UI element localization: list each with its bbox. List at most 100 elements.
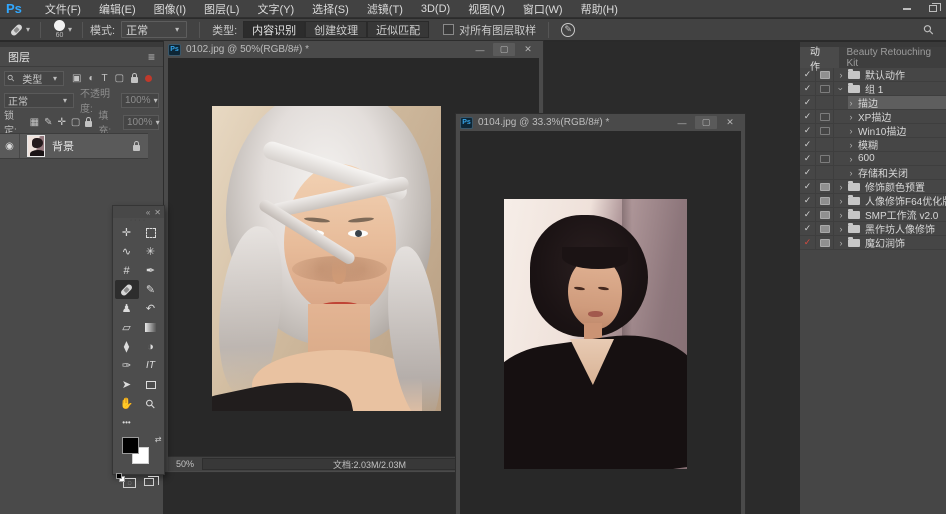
filter-shape-icon[interactable]: ▢ — [115, 73, 124, 84]
action-check-icon[interactable]: ✓ — [800, 194, 816, 207]
action-xp-stroke[interactable]: ✓ › XP描边 — [800, 110, 946, 124]
collapse-arrow-icon[interactable]: › — [836, 82, 846, 96]
doc1-minimize-button[interactable]: — — [469, 43, 491, 56]
menu-image[interactable]: 图像(I) — [145, 1, 195, 17]
expand-arrow-icon[interactable]: › — [844, 98, 858, 108]
expand-arrow-icon[interactable]: › — [844, 168, 858, 178]
action-set-retouch-color-presets[interactable]: ✓ › 修饰颜色预置 — [800, 180, 946, 194]
action-label[interactable]: 默认动作 — [865, 67, 905, 82]
menu-file[interactable]: 文件(F) — [36, 1, 90, 17]
lock-pixels-icon[interactable]: ✎ — [44, 117, 52, 128]
action-label[interactable]: 600 — [858, 153, 875, 164]
action-label[interactable]: XP描边 — [858, 109, 891, 124]
layers-panel-title[interactable]: 图层 — [8, 49, 30, 65]
lasso-tool[interactable]: ∿ — [115, 242, 139, 261]
quick-selection-tool[interactable]: ✳ — [139, 242, 163, 261]
layer-thumbnail[interactable] — [27, 135, 45, 157]
action-label[interactable]: 组 1 — [865, 81, 883, 96]
doc2-titlebar[interactable]: Ps 0104.jpg @ 33.3%(RGB/8#) * — ▢ ✕ — [456, 114, 745, 131]
action-check-icon[interactable]: ✓ — [800, 138, 816, 151]
lock-all-icon[interactable] — [85, 121, 92, 127]
toolbox-collapse-icon[interactable]: « — [146, 208, 150, 217]
action-set-heizuofang-portrait[interactable]: ✓ › 黑作坊人像修饰 — [800, 222, 946, 236]
pen-tool[interactable]: ✑ — [115, 356, 139, 375]
fill-dropdown[interactable]: 100% ▾ — [123, 115, 159, 130]
action-check-icon[interactable]: ✓ — [800, 180, 816, 193]
action-set-smp-workflow[interactable]: ✓ › SMP工作流 v2.0 — [800, 208, 946, 222]
doc1-titlebar[interactable]: Ps 0102.jpg @ 50%(RGB/8#) * — ▢ ✕ — [164, 41, 543, 58]
content-aware-button[interactable]: 内容识别 — [243, 21, 305, 38]
menu-filter[interactable]: 滤镜(T) — [358, 1, 412, 17]
action-label[interactable]: 魔幻润饰 — [865, 235, 905, 250]
move-tool[interactable]: ✛ — [115, 223, 139, 242]
mode-dropdown[interactable]: 正常 ▾ — [121, 21, 187, 38]
action-label[interactable]: 模糊 — [858, 137, 878, 152]
layer-name[interactable]: 背景 — [52, 138, 74, 154]
filter-adjustment-icon[interactable]: ◐ — [88, 73, 94, 84]
doc2-canvas[interactable] — [460, 131, 741, 514]
hand-tool[interactable]: ✋ — [115, 394, 139, 413]
expand-arrow-icon[interactable]: › — [844, 112, 858, 122]
action-check-icon[interactable]: ✓ — [800, 68, 816, 81]
eraser-tool[interactable]: ▱ — [115, 318, 139, 337]
action-label[interactable]: 人像修饰F64优化版 — [865, 193, 946, 208]
brush-picker-chevron-icon[interactable]: ▾ — [68, 25, 72, 34]
image-0104-portrait[interactable] — [504, 199, 687, 469]
screen-mode-button[interactable] — [144, 478, 154, 486]
marquee-tool[interactable] — [139, 223, 163, 242]
crop-tool[interactable]: # — [115, 261, 139, 280]
history-brush-tool[interactable]: ↶ — [139, 299, 163, 318]
tool-preset-chevron-icon[interactable]: ▾ — [26, 25, 30, 34]
filter-pixel-icon[interactable]: ▣ — [72, 73, 81, 84]
image-0102-portrait[interactable] — [212, 106, 441, 411]
action-win10-stroke[interactable]: ✓ › Win10描边 — [800, 124, 946, 138]
menu-view[interactable]: 视图(V) — [459, 1, 514, 17]
zoom-level-field[interactable]: 50% — [168, 459, 202, 469]
action-label[interactable]: 黑作坊人像修饰 — [865, 221, 935, 236]
swap-colors-icon[interactable]: ⇄ — [155, 435, 162, 444]
expand-arrow-icon[interactable]: › — [834, 196, 848, 206]
action-set-portrait-f64[interactable]: ✓ › 人像修饰F64优化版 — [800, 194, 946, 208]
lock-artboard-icon[interactable]: ▢ — [71, 117, 80, 128]
menu-select[interactable]: 选择(S) — [303, 1, 358, 17]
action-check-icon[interactable]: ✓ — [800, 166, 816, 179]
action-check-icon[interactable]: ✓ — [800, 222, 816, 235]
action-set-magic-retouch[interactable]: ✓ › 魔幻润饰 — [800, 236, 946, 250]
action-blur[interactable]: ✓ › 模糊 — [800, 138, 946, 152]
lock-transparency-icon[interactable]: ▦ — [30, 117, 39, 128]
eyedropper-tool[interactable]: ✒ — [139, 261, 163, 280]
menu-type[interactable]: 文字(Y) — [248, 1, 303, 17]
action-label[interactable]: 修饰颜色预置 — [865, 179, 925, 194]
menu-help[interactable]: 帮助(H) — [572, 1, 627, 17]
quick-mask-button[interactable]: ◌ — [123, 478, 136, 488]
blur-tool[interactable]: ⧫ — [115, 337, 139, 356]
expand-arrow-icon[interactable]: › — [834, 210, 848, 220]
spot-healing-brush-tool[interactable] — [115, 280, 139, 299]
minimize-app-button[interactable] — [894, 0, 920, 17]
filter-toggle-icon[interactable] — [145, 75, 152, 82]
expand-arrow-icon[interactable]: › — [834, 224, 848, 234]
spot-healing-tool-icon[interactable] — [10, 24, 23, 36]
action-check-red-icon[interactable]: ✓ — [800, 236, 816, 249]
action-check-icon[interactable]: ✓ — [800, 96, 816, 109]
dodge-tool[interactable]: ◑ — [139, 337, 163, 356]
opacity-dropdown[interactable]: 100% ▾ — [121, 93, 159, 108]
expand-arrow-icon[interactable]: › — [844, 154, 858, 164]
doc1-close-button[interactable]: ✕ — [517, 43, 539, 56]
path-selection-tool[interactable]: ➤ — [115, 375, 139, 394]
expand-arrow-icon[interactable]: › — [834, 70, 848, 80]
menu-3d[interactable]: 3D(D) — [412, 3, 459, 15]
filter-type-icon[interactable]: T — [102, 73, 108, 84]
action-save-close[interactable]: ✓ › 存储和关闭 — [800, 166, 946, 180]
blend-mode-dropdown[interactable]: 正常 ▾ — [4, 93, 74, 108]
sample-all-layers-checkbox[interactable] — [443, 24, 454, 35]
layer-filter-dropdown[interactable]: ⚲ 类型 ▾ — [4, 71, 64, 86]
action-set-group1[interactable]: ✓ › 组 1 — [800, 82, 946, 96]
action-label[interactable]: SMP工作流 v2.0 — [865, 207, 938, 222]
brush-tool[interactable]: ✎ — [139, 280, 163, 299]
doc2-minimize-button[interactable]: — — [671, 116, 693, 129]
action-label[interactable]: 存储和关闭 — [858, 165, 908, 180]
pressure-size-toggle[interactable]: ✎ — [561, 23, 575, 37]
panel-menu-icon[interactable]: ≡ — [148, 50, 155, 64]
action-600[interactable]: ✓ › 600 — [800, 152, 946, 166]
